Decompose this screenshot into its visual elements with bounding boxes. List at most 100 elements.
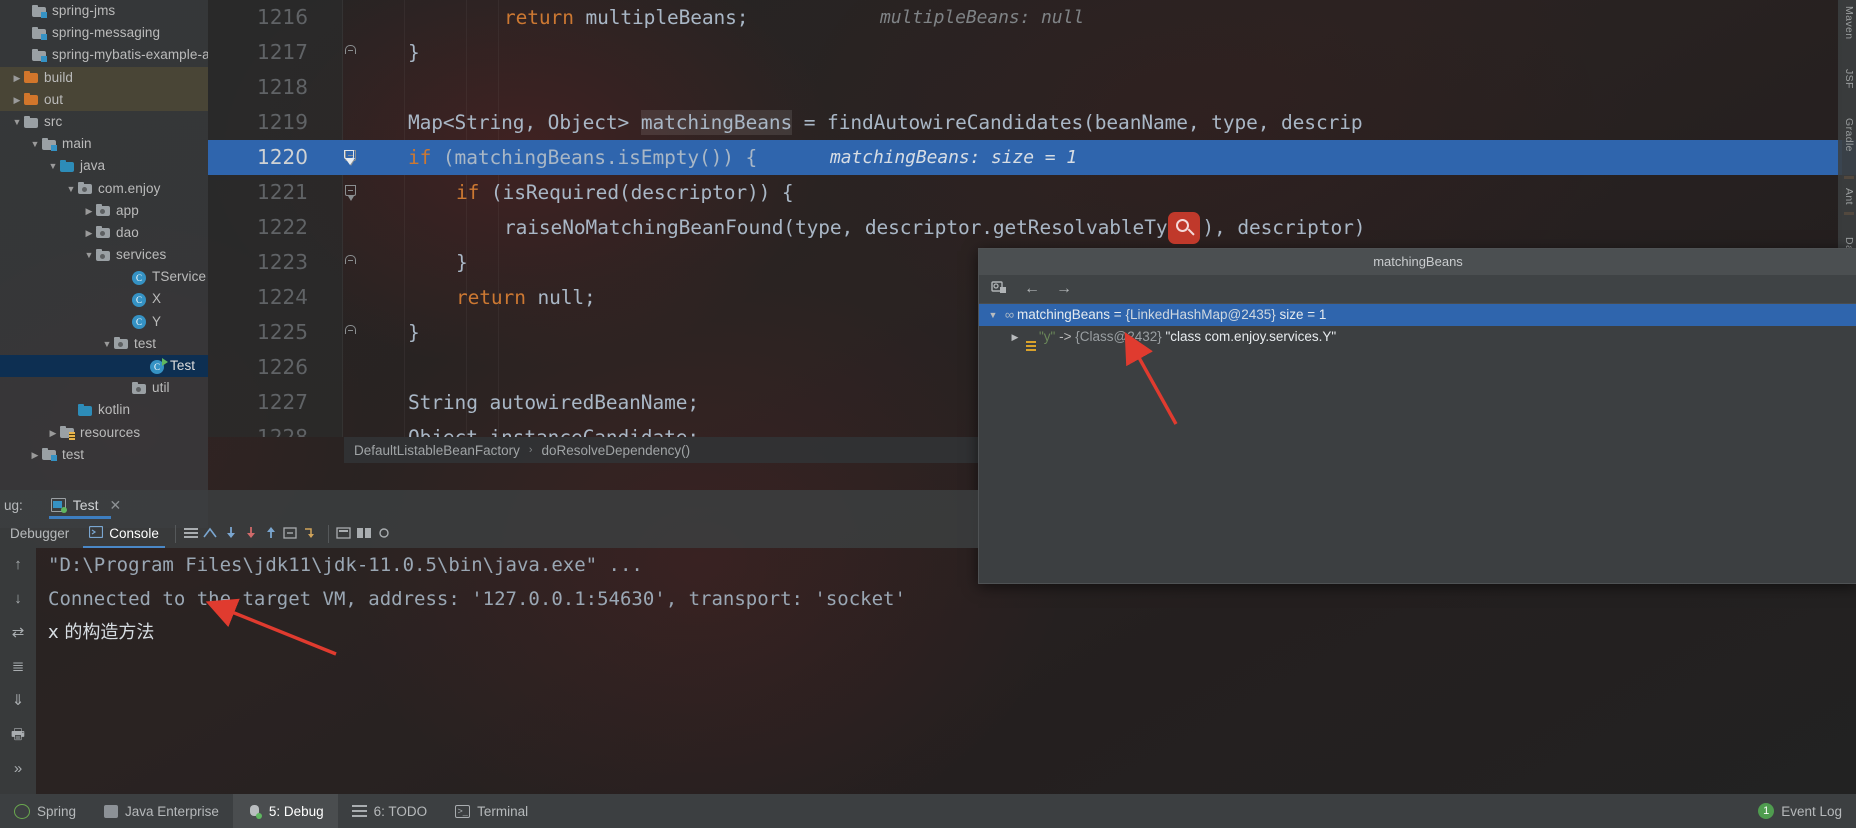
tree-item-y[interactable]: CY	[0, 311, 208, 333]
tree-item-services[interactable]: ▼ services	[0, 244, 208, 266]
chevron-down-icon[interactable]: ▼	[100, 333, 114, 355]
code-line-1217[interactable]: 1217}	[208, 35, 1856, 70]
active-tab-underline	[48, 516, 112, 519]
add-to-watches-icon[interactable]	[991, 280, 1008, 299]
fold-end-icon[interactable]	[345, 325, 359, 339]
chevron-right-icon[interactable]: ▶	[82, 200, 96, 222]
status-bar-label: Spring	[37, 803, 77, 819]
code-line-1220[interactable]: 1220 if (matchingBeans.isEmpty()) {matchi…	[208, 140, 1856, 175]
tree-item-com-enjoy[interactable]: ▼ com.enjoy	[0, 178, 208, 200]
step-into-icon[interactable]	[242, 525, 262, 543]
chevron-down-icon[interactable]: ▼	[28, 133, 42, 155]
code-text: if (isRequired(descriptor)) {	[456, 181, 794, 204]
stop-icon[interactable]: ≣	[6, 656, 30, 678]
resume-icon[interactable]: ↓	[6, 588, 30, 610]
tree-item-spring-messaging[interactable]: spring-messaging	[0, 22, 208, 44]
code-text: raiseNoMatchingBeanFound(type, descripto…	[504, 216, 1366, 239]
debug-tab-console[interactable]: Console	[79, 520, 169, 548]
breadcrumb[interactable]: DefaultListableBeanFactory › doResolveDe…	[344, 437, 988, 463]
code-line-1222[interactable]: 1222 raiseNoMatchingBeanFound(type, descr…	[208, 210, 1856, 245]
force-step-into-icon[interactable]	[262, 525, 282, 543]
project-tree-panel[interactable]: spring-jms spring-messaging spring-mybatis…	[0, 0, 208, 528]
tool-strip-gradle[interactable]: Gradle	[1843, 118, 1855, 152]
status-bar-java-enterprise[interactable]: Java Enterprise	[90, 794, 233, 828]
tree-item-resources[interactable]: ▶ resources	[0, 422, 208, 444]
chevron-right-icon[interactable]: ▶	[10, 67, 24, 89]
tree-item-src[interactable]: ▼ src	[0, 111, 208, 133]
chevron-down-icon[interactable]: ▼	[10, 111, 24, 133]
tree-item-util[interactable]: util	[0, 377, 208, 399]
back-arrow-icon[interactable]: ←	[1024, 281, 1040, 297]
tree-item-test[interactable]: C Test	[0, 355, 208, 378]
code-line-1221[interactable]: 1221 if (isRequired(descriptor)) {	[208, 175, 1856, 210]
chevron-right-icon[interactable]: ▶	[10, 89, 24, 111]
tool-strip-jsf[interactable]: JSF	[1843, 69, 1855, 89]
debug-session-tabbar[interactable]: ug: Test ✕	[0, 490, 978, 520]
drop-frame-icon[interactable]	[302, 525, 322, 543]
expand-icon[interactable]: »	[6, 758, 30, 780]
status-bar-5-debug[interactable]: 5: Debug	[232, 794, 338, 828]
tree-item-build[interactable]: ▶ build	[0, 66, 208, 89]
print-icon[interactable]: 🖶	[6, 724, 30, 746]
tree-item-dao[interactable]: ▶ dao	[0, 222, 208, 244]
close-icon[interactable]: ✕	[109, 497, 121, 514]
variable-row[interactable]: ▶ "y" -> {Class@2432} "class com.enjoy.se…	[979, 326, 1856, 353]
chevron-right-icon[interactable]: ▶	[1007, 326, 1023, 348]
tool-strip-ant[interactable]: Ant	[1843, 188, 1855, 205]
pause-icon[interactable]: ⇄	[6, 622, 30, 644]
status-bar-spring[interactable]: Spring	[0, 794, 90, 828]
tree-item-java[interactable]: ▼ java	[0, 155, 208, 177]
trace-icon[interactable]: ⇓	[6, 690, 30, 712]
breadcrumb-class[interactable]: DefaultListableBeanFactory	[354, 443, 520, 458]
step-over-icon[interactable]	[222, 525, 242, 543]
chevron-down-icon[interactable]: ▼	[46, 155, 60, 177]
console-output[interactable]: "D:\Program Files\jdk11\jdk-11.0.5\bin\j…	[36, 548, 978, 794]
debug-tool-window[interactable]: ug: Test ✕ Debugger Console ↑ ↓ ⇄ ≣ ⇓ 🖶 » "D:\P…	[0, 490, 1856, 794]
code-line-1219[interactable]: 1219 Map<String, Object> matchingBeans = …	[208, 105, 1856, 140]
rerun-icon[interactable]: ↑	[6, 554, 30, 576]
settings-icon[interactable]	[375, 525, 395, 543]
variable-row[interactable]: ▼ ∞ matchingBeans = {LinkedHashMap@2435} s…	[979, 304, 1856, 326]
status-bar-6-todo[interactable]: 6: TODO	[338, 794, 442, 828]
tool-strip-maven[interactable]: Maven	[1843, 6, 1855, 40]
tree-item-out[interactable]: ▶ out	[0, 88, 208, 111]
evaluate-expression-icon[interactable]	[355, 525, 375, 543]
debug-tab-debugger[interactable]: Debugger	[0, 520, 79, 548]
step-out-icon[interactable]	[282, 525, 302, 543]
code-line-1216[interactable]: 1216 return multipleBeans; multipleBeans: …	[208, 0, 1856, 35]
tree-item-x[interactable]: CX	[0, 288, 208, 310]
breadcrumb-method[interactable]: doResolveDependency()	[542, 443, 691, 458]
fold-end-icon[interactable]	[345, 45, 359, 59]
debug-session-tab[interactable]: Test ✕	[45, 490, 127, 520]
todo-icon	[351, 805, 367, 817]
tree-item-main[interactable]: ▼ main	[0, 133, 208, 155]
tree-item-kotlin[interactable]: kotlin	[0, 399, 208, 421]
status-bar-terminal[interactable]: >_ Terminal	[441, 794, 542, 828]
fold-end-icon[interactable]	[345, 255, 359, 269]
event-log-button[interactable]: 1 Event Log	[1758, 803, 1842, 819]
view-breakpoints-icon[interactable]	[182, 525, 202, 543]
debug-side-toolbar[interactable]: ↑ ↓ ⇄ ≣ ⇓ 🖶 »	[0, 548, 36, 794]
forward-arrow-icon[interactable]: →	[1056, 281, 1072, 297]
chevron-right-icon[interactable]: ▶	[82, 222, 96, 244]
tree-item-app[interactable]: ▶ app	[0, 200, 208, 222]
line-number: 1223	[257, 250, 308, 274]
tree-item-spring-mybatis-example-a[interactable]: spring-mybatis-example-a	[0, 44, 208, 66]
run-to-cursor-icon[interactable]	[335, 525, 355, 543]
tree-item-test[interactable]: ▶ test	[0, 444, 208, 466]
mute-breakpoints-icon[interactable]	[202, 525, 222, 543]
tree-item-tservice[interactable]: C TService	[0, 266, 208, 288]
tree-item-label: out	[44, 91, 64, 107]
chevron-down-icon[interactable]: ▼	[985, 304, 1001, 326]
inspect-toolbar[interactable]: ← →	[979, 275, 1856, 304]
code-line-1218[interactable]: 1218	[208, 70, 1856, 105]
tree-item-test[interactable]: ▼ test	[0, 333, 208, 355]
fold-start-icon[interactable]	[345, 185, 359, 201]
chevron-right-icon[interactable]: ▶	[46, 422, 60, 444]
status-bar[interactable]: Spring Java Enterprise 5: Debug 6: TODO >_ Te…	[0, 794, 1856, 828]
chevron-down-icon[interactable]: ▼	[64, 178, 78, 200]
debug-toolbar[interactable]: Debugger Console	[0, 520, 978, 548]
tree-item-spring-jms[interactable]: spring-jms	[0, 0, 208, 22]
chevron-right-icon[interactable]: ▶	[28, 444, 42, 466]
chevron-down-icon[interactable]: ▼	[82, 244, 96, 266]
